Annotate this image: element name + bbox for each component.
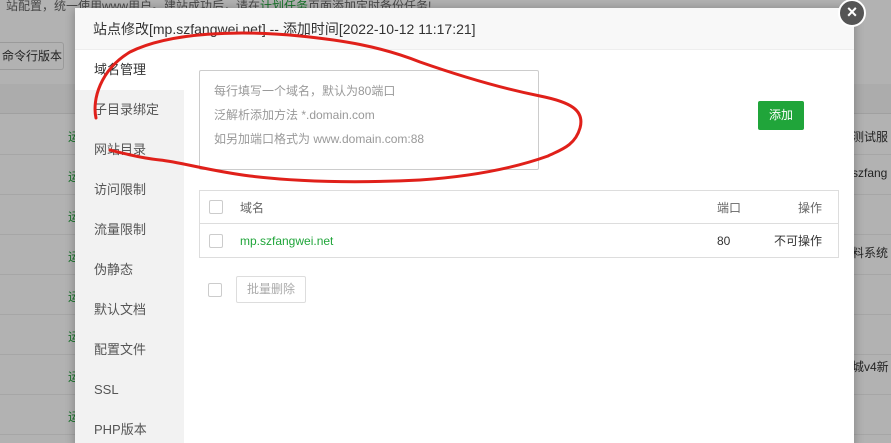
nav-item-default-document[interactable]: 默认文档 (75, 290, 184, 330)
nav-item-domain-management[interactable]: 域名管理 (75, 50, 184, 90)
placeholder-line: 如另加端口格式为 www.domain.com:88 (214, 132, 425, 146)
nav-item-subdirectory-binding[interactable]: 子目录绑定 (75, 90, 184, 130)
site-edit-modal: 站点修改[mp.szfangwei.net] -- 添加时间[2022-10-1… (75, 8, 854, 443)
column-header-domain: 域名 (240, 200, 265, 215)
nav-item-config-file[interactable]: 配置文件 (75, 330, 184, 370)
watermark: J9国际站 (698, 400, 837, 440)
domain-textarea[interactable]: 每行填写一个域名，默认为80端口 泛解析添加方法 *.domain.com 如另… (199, 70, 539, 170)
add-domain-button[interactable]: 添加 (758, 101, 804, 130)
action-text: 不可操作 (773, 234, 822, 248)
nav-item-site-directory[interactable]: 网站目录 (75, 130, 184, 170)
nav-item-access-restriction[interactable]: 访问限制 (75, 170, 184, 210)
close-icon[interactable]: × (838, 0, 866, 27)
column-header-action: 操作 (797, 200, 822, 215)
placeholder-line: 泛解析添加方法 *.domain.com (214, 108, 375, 122)
row-checkbox[interactable] (209, 233, 223, 248)
placeholder-line: 每行填写一个域名，默认为80端口 (214, 84, 396, 98)
table-row: mp.szfangwei.net 80 不可操作 (200, 224, 838, 257)
nav-item-php-version[interactable]: PHP版本 (75, 410, 184, 443)
column-header-port: 端口 (717, 200, 742, 215)
batch-select-checkbox[interactable] (208, 282, 222, 297)
domain-link[interactable]: mp.szfangwei.net (240, 234, 333, 248)
select-all-checkbox[interactable] (209, 200, 223, 214)
modal-side-nav: 域名管理 子目录绑定 网站目录 访问限制 流量限制 伪静态 默认文档 配置文件 … (75, 50, 184, 443)
batch-actions: 批量删除 (199, 276, 307, 303)
nav-item-rewrite[interactable]: 伪静态 (75, 250, 184, 290)
nav-item-traffic-limit[interactable]: 流量限制 (75, 210, 184, 250)
nav-item-ssl[interactable]: SSL (75, 370, 184, 410)
batch-delete-button[interactable]: 批量删除 (236, 276, 307, 303)
port-value: 80 (717, 233, 731, 248)
table-header-row: 域名 端口 操作 (200, 191, 838, 224)
domain-table: 域名 端口 操作 mp.szfangwei.net 80 不可操作 (199, 190, 839, 258)
modal-title: 站点修改[mp.szfangwei.net] -- 添加时间[2022-10-1… (75, 8, 854, 50)
